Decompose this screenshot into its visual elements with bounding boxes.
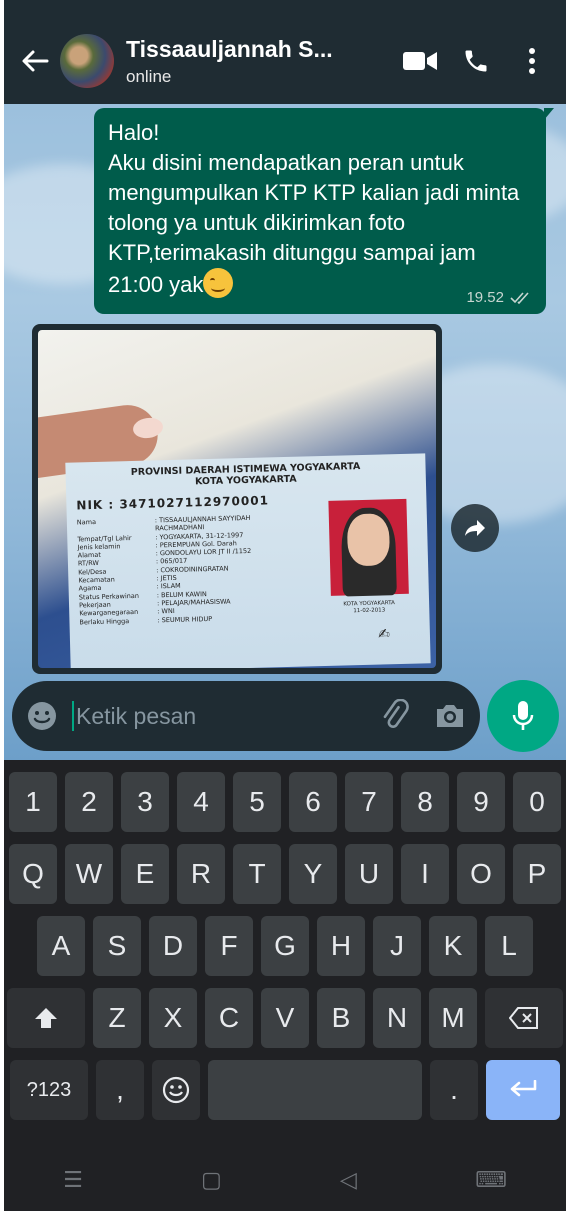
ktp-portrait xyxy=(328,498,409,597)
key-r[interactable]: R xyxy=(177,844,225,904)
key-t[interactable]: T xyxy=(233,844,281,904)
key-8[interactable]: 8 xyxy=(401,772,449,832)
comma-key[interactable]: , xyxy=(96,1060,144,1120)
key-x[interactable]: X xyxy=(149,988,197,1048)
key-w[interactable]: W xyxy=(65,844,113,904)
backspace-key[interactable] xyxy=(485,988,563,1048)
mic-button[interactable] xyxy=(487,680,559,752)
key-f[interactable]: F xyxy=(205,916,253,976)
keyboard-row-zxcv: Z X C V B N M xyxy=(4,988,566,1048)
ktp-issue-info: KOTA YOGYAKARTA 11-02-2013 xyxy=(343,600,395,615)
key-n[interactable]: N xyxy=(373,988,421,1048)
key-0[interactable]: 0 xyxy=(513,772,561,832)
enter-arrow-icon xyxy=(510,1080,537,1097)
attach-paperclip-icon[interactable] xyxy=(378,699,412,733)
message-time: 19.52 xyxy=(466,289,504,306)
more-options-icon[interactable] xyxy=(504,33,560,89)
key-m[interactable]: M xyxy=(429,988,477,1048)
key-1[interactable]: 1 xyxy=(9,772,57,832)
smiling-face-emoji-icon xyxy=(203,268,234,298)
key-s[interactable]: S xyxy=(93,916,141,976)
video-call-icon[interactable] xyxy=(392,33,448,89)
contact-avatar[interactable] xyxy=(60,34,114,88)
backspace-icon xyxy=(509,1007,538,1029)
chat-area[interactable]: Halo! Aku disini mendapatkan peran untuk… xyxy=(4,104,566,760)
back-triangle-icon[interactable]: ◁ xyxy=(340,1167,357,1193)
key-6[interactable]: 6 xyxy=(289,772,337,832)
key-z[interactable]: Z xyxy=(93,988,141,1048)
system-nav-bar: ☰ ▢ ◁ ⌨ xyxy=(4,1149,566,1211)
key-7[interactable]: 7 xyxy=(345,772,393,832)
keyboard-bottom-row: ?123 , . xyxy=(4,1060,566,1120)
key-u[interactable]: U xyxy=(345,844,393,904)
keyboard-row-asdf: A S D F G H J K L xyxy=(4,916,566,976)
microphone-icon xyxy=(512,701,534,730)
key-g[interactable]: G xyxy=(261,916,309,976)
key-c[interactable]: C xyxy=(205,988,253,1048)
key-v[interactable]: V xyxy=(261,988,309,1048)
image-message[interactable]: PROVINSI DAERAH ISTIMEWA YOGYAKARTA KOTA… xyxy=(32,324,442,674)
contact-name: Tissaauljannah S... xyxy=(126,35,333,62)
key-p[interactable]: P xyxy=(513,844,561,904)
chat-header: Tissaauljannah S... online xyxy=(4,18,566,104)
forward-icon[interactable] xyxy=(451,504,499,552)
key-9[interactable]: 9 xyxy=(457,772,505,832)
keyboard-number-row: 1 2 3 4 5 6 7 8 9 0 xyxy=(4,772,566,832)
key-h[interactable]: H xyxy=(317,916,365,976)
key-4[interactable]: 4 xyxy=(177,772,225,832)
period-key[interactable]: . xyxy=(430,1060,478,1120)
contact-info[interactable]: Tissaauljannah S... online xyxy=(126,36,392,87)
shift-arrow-icon xyxy=(35,1008,57,1028)
double-check-icon xyxy=(510,291,529,304)
message-composer xyxy=(12,681,480,751)
camera-icon[interactable] xyxy=(434,702,466,730)
back-arrow-icon[interactable] xyxy=(10,36,60,86)
key-i[interactable]: I xyxy=(401,844,449,904)
emoji-icon[interactable] xyxy=(26,700,58,732)
key-e[interactable]: E xyxy=(121,844,169,904)
key-l[interactable]: L xyxy=(485,916,533,976)
on-screen-keyboard: 1 2 3 4 5 6 7 8 9 0 Q W E R T Y U I O P … xyxy=(4,760,566,1211)
ktp-photo[interactable]: PROVINSI DAERAH ISTIMEWA YOGYAKARTA KOTA… xyxy=(38,330,436,668)
symbols-key[interactable]: ?123 xyxy=(10,1060,88,1120)
shift-key[interactable] xyxy=(7,988,85,1048)
key-2[interactable]: 2 xyxy=(65,772,113,832)
key-j[interactable]: J xyxy=(373,916,421,976)
smiley-icon xyxy=(162,1076,190,1104)
space-key[interactable] xyxy=(208,1060,422,1120)
home-icon[interactable]: ▢ xyxy=(201,1167,222,1193)
key-b[interactable]: B xyxy=(317,988,365,1048)
signature: ✍ xyxy=(377,626,391,643)
key-k[interactable]: K xyxy=(429,916,477,976)
keyboard-row-qwerty: Q W E R T Y U I O P xyxy=(4,844,566,904)
outgoing-message[interactable]: Halo! Aku disini mendapatkan peran untuk… xyxy=(94,108,554,314)
status-bar xyxy=(4,0,566,18)
key-5[interactable]: 5 xyxy=(233,772,281,832)
ktp-fields: Nama: TISSAAULJANNAH SAYYIDAH RACHMADHAN… xyxy=(76,513,252,626)
message-text: Halo! Aku disini mendapatkan peran untuk… xyxy=(108,120,520,298)
whatsapp-chat-screen: Tissaauljannah S... online Halo! Aku dis… xyxy=(4,0,566,1211)
message-meta: 19.52 xyxy=(466,289,532,306)
id-card: PROVINSI DAERAH ISTIMEWA YOGYAKARTA KOTA… xyxy=(65,453,431,668)
emoji-key[interactable] xyxy=(152,1060,200,1120)
keyboard-switch-icon[interactable]: ⌨ xyxy=(475,1167,507,1193)
key-a[interactable]: A xyxy=(37,916,85,976)
voice-call-icon[interactable] xyxy=(448,33,504,89)
key-o[interactable]: O xyxy=(457,844,505,904)
recent-apps-icon[interactable]: ☰ xyxy=(63,1167,83,1193)
contact-status: online xyxy=(126,66,172,86)
key-d[interactable]: D xyxy=(149,916,197,976)
text-caret xyxy=(72,701,74,731)
enter-key[interactable] xyxy=(486,1060,560,1120)
key-q[interactable]: Q xyxy=(9,844,57,904)
key-3[interactable]: 3 xyxy=(121,772,169,832)
key-y[interactable]: Y xyxy=(289,844,337,904)
message-input[interactable] xyxy=(76,702,378,730)
